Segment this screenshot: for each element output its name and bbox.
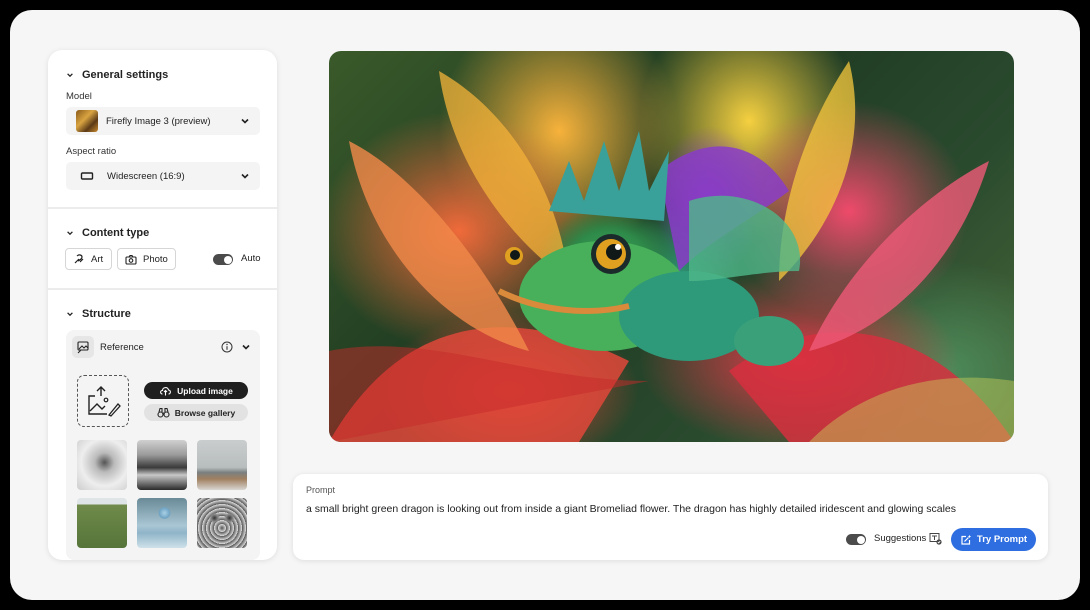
brush-icon (74, 254, 84, 264)
art-label: Art (91, 253, 104, 265)
chevron-down-icon (67, 312, 73, 317)
model-value: Firefly Image 3 (preview) (106, 115, 211, 127)
gallery-thumb-living-room[interactable] (197, 440, 247, 490)
generated-image-preview[interactable] (329, 51, 1014, 442)
general-settings-title: General settings (82, 69, 169, 81)
chevron-down-icon (241, 118, 249, 124)
prompt-card: Prompt a small bright green dragon is lo… (293, 474, 1048, 560)
browse-gallery-button[interactable]: Browse gallery (144, 404, 248, 421)
reference-image-icon (72, 336, 94, 358)
suggestions-label: Suggestions (874, 533, 927, 544)
divider (48, 207, 277, 209)
camera-icon (125, 254, 137, 265)
prompt-label: Prompt (306, 485, 336, 495)
gallery-thumb-bird-sketch[interactable] (77, 440, 127, 490)
divider (48, 288, 277, 290)
gallery-thumb-sphere-cube[interactable] (137, 498, 187, 548)
suggestions-toggle[interactable] (846, 534, 866, 545)
gallery-thumb-misty-river[interactable] (137, 440, 187, 490)
image-upload-icon (88, 386, 121, 417)
gallery-thumb-owl-sketch[interactable] (197, 498, 247, 548)
sparkle-edit-icon (961, 534, 972, 545)
app-window: General settings Model Firefly Image 3 (… (10, 10, 1080, 600)
upload-image-button[interactable]: Upload image (144, 382, 248, 399)
binoculars-icon (157, 407, 170, 418)
try-prompt-button[interactable]: Try Prompt (951, 528, 1036, 551)
text-check-icon[interactable] (929, 532, 942, 545)
widescreen-icon (80, 172, 94, 180)
prompt-input[interactable]: a small bright green dragon is looking o… (306, 503, 956, 515)
structure-header[interactable]: Structure (66, 308, 131, 320)
photo-button[interactable]: Photo (117, 248, 176, 270)
auto-label: Auto (241, 253, 261, 264)
content-type-title: Content type (82, 227, 150, 239)
aspect-ratio-label: Aspect ratio (66, 146, 117, 157)
model-label: Model (66, 91, 92, 102)
gallery-thumb-country-road[interactable] (77, 498, 127, 548)
reference-card: Reference Upload image Browse gallery (66, 330, 260, 560)
model-select[interactable]: Firefly Image 3 (preview) (66, 107, 260, 135)
chevron-down-icon (67, 73, 73, 78)
aspect-ratio-select[interactable]: Widescreen (16:9) (66, 162, 260, 190)
chevron-down-icon (67, 231, 73, 236)
try-prompt-label: Try Prompt (976, 534, 1028, 545)
reference-gallery (77, 440, 249, 548)
cloud-upload-icon (160, 387, 172, 396)
aspect-ratio-value: Widescreen (16:9) (107, 170, 185, 182)
browse-gallery-label: Browse gallery (174, 407, 236, 418)
settings-panel: General settings Model Firefly Image 3 (… (48, 50, 277, 560)
reference-label: Reference (100, 342, 144, 353)
model-thumbnail (76, 110, 98, 132)
chevron-down-icon (241, 173, 249, 179)
dragon-image (329, 61, 1014, 442)
chevron-down-icon[interactable] (241, 342, 251, 352)
general-settings-header[interactable]: General settings (66, 69, 168, 81)
upload-dropzone[interactable] (77, 375, 129, 427)
art-button[interactable]: Art (65, 248, 112, 270)
photo-label: Photo (143, 253, 168, 265)
structure-title: Structure (82, 308, 131, 320)
content-type-header[interactable]: Content type (66, 227, 149, 239)
auto-toggle[interactable] (213, 254, 233, 265)
upload-image-label: Upload image (177, 385, 233, 396)
info-icon[interactable] (221, 341, 233, 353)
